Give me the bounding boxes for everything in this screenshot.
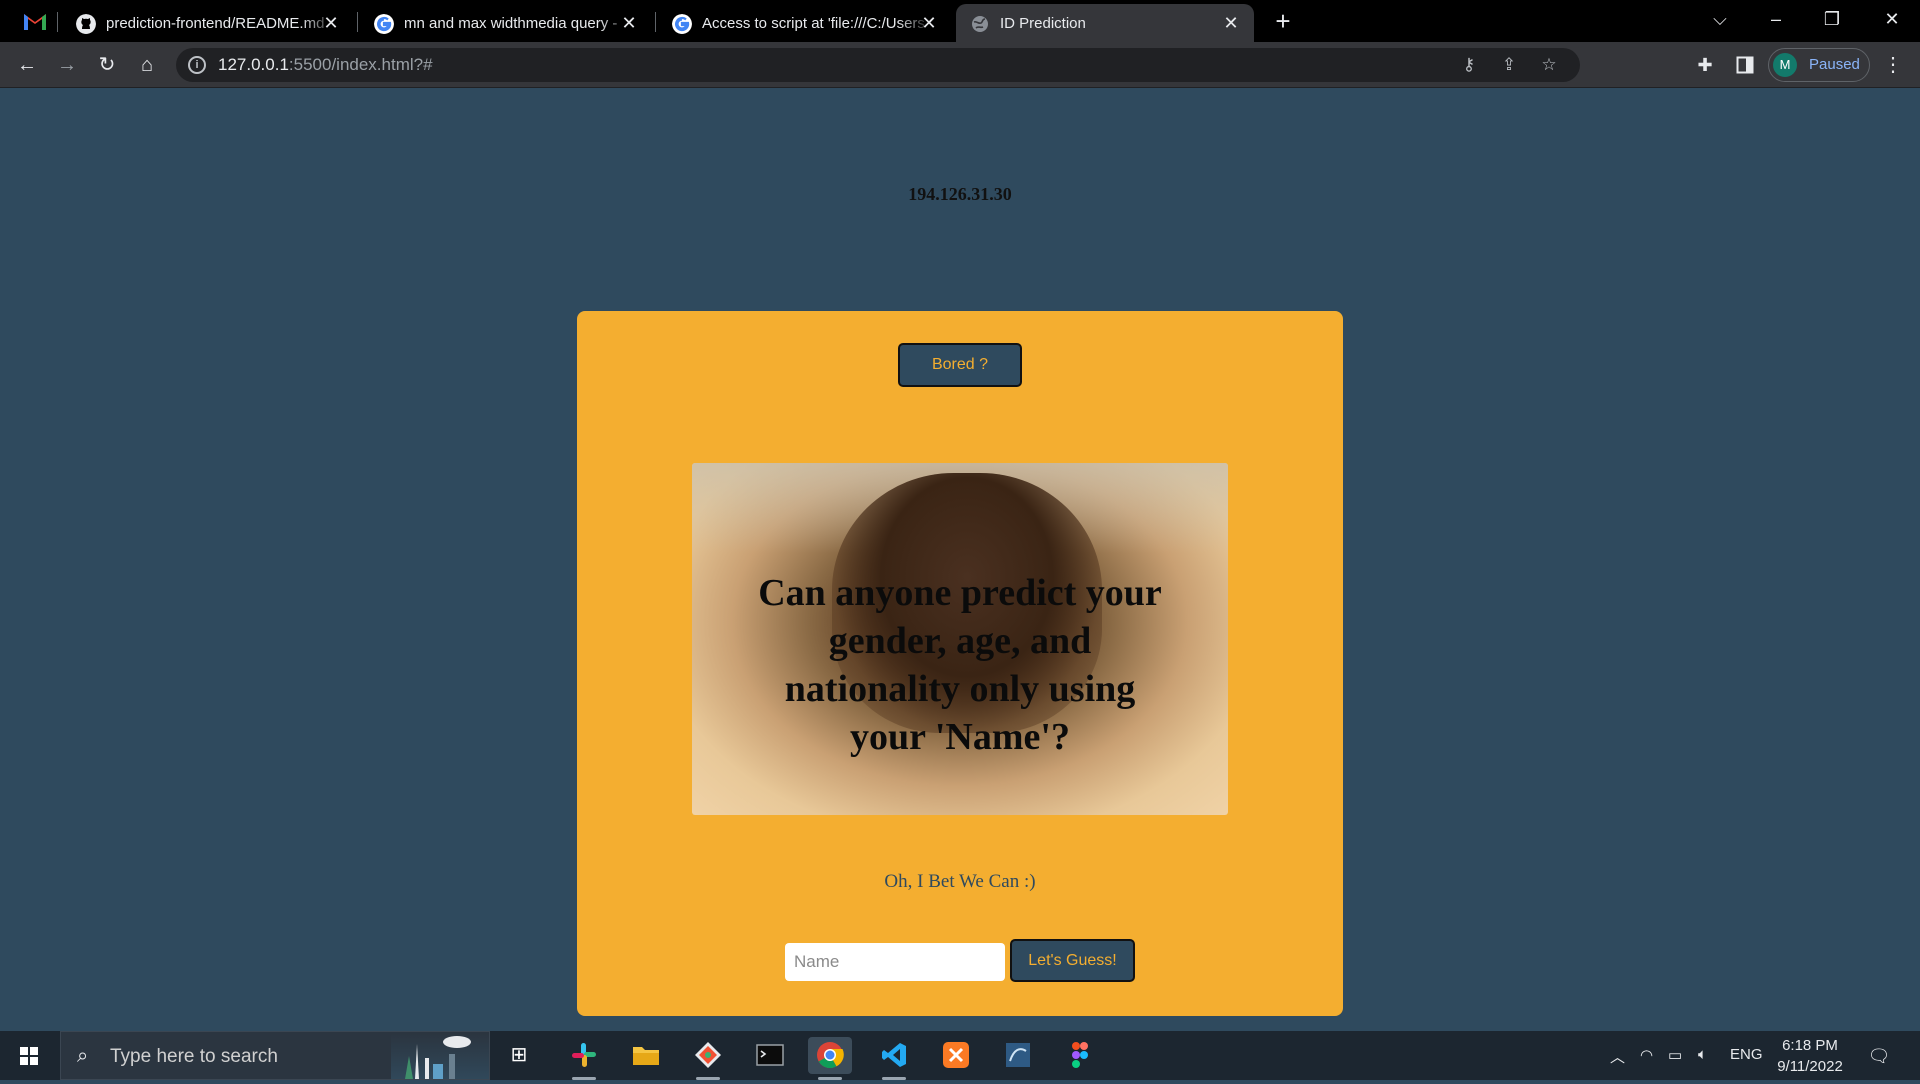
tray-chevron-up-icon[interactable]: ︿ [1610, 1046, 1625, 1067]
address-url[interactable]: 127.0.0.1:5500/index.html?# [218, 55, 433, 75]
gmail-icon [24, 14, 46, 30]
tab-readme[interactable]: prediction-frontend/README.md ✕ [62, 4, 354, 42]
avatar: M [1773, 53, 1797, 77]
folder-glyph [633, 1047, 659, 1065]
guess-button[interactable]: Let's Guess! [1010, 939, 1135, 982]
mysql-workbench-icon[interactable] [996, 1037, 1040, 1074]
ip-address: 194.126.31.30 [908, 184, 1012, 204]
profile-button[interactable]: M Paused [1768, 48, 1870, 82]
volume-icon[interactable]: 🔈︎ [1698, 1046, 1707, 1063]
browser-toolbar: ← → ↻ ⌂ i 127.0.0.1:5500/index.html?# ⚷ … [0, 42, 1920, 88]
tab-access-script[interactable]: Access to script at 'file:///C:/Users ✕ [658, 4, 952, 42]
window-close-icon[interactable]: ✕ [1864, 0, 1920, 40]
tab-title: prediction-frontend/README.md [106, 15, 325, 32]
slack-icon[interactable] [562, 1037, 606, 1080]
figma-icon[interactable] [1058, 1037, 1102, 1074]
url-path: :5500/index.html?# [288, 55, 433, 74]
clock-date: 9/11/2022 [1777, 1058, 1843, 1075]
taskbar-clock[interactable]: 6:18 PM 9/11/2022 [1760, 1035, 1860, 1077]
xampp-icon[interactable] [934, 1037, 978, 1074]
tab-title: ID Prediction [1000, 15, 1086, 32]
github-icon [76, 14, 96, 34]
tab-search-chevron-icon[interactable]: ⌵ [1692, 0, 1748, 40]
share-icon[interactable]: ⇪ [1498, 54, 1520, 76]
git-kraken-icon[interactable] [686, 1037, 730, 1080]
address-bar[interactable]: i 127.0.0.1:5500/index.html?# ⚷ ⇪ ☆ [176, 48, 1580, 82]
search-icon: ⌕ [77, 1045, 89, 1067]
side-panel-icon[interactable] [1730, 50, 1760, 80]
search-highlight-illustration [405, 1036, 471, 1079]
dog-hero-image: Can anyone predict your gender, age, and… [692, 463, 1228, 815]
google-icon [374, 14, 394, 34]
tab-separator [357, 12, 358, 32]
bookmark-star-icon[interactable]: ☆ [1538, 54, 1560, 76]
tab-close-icon[interactable]: ✕ [1220, 12, 1242, 34]
tab-close-icon[interactable]: ✕ [918, 12, 940, 34]
start-button[interactable] [0, 1031, 58, 1080]
new-tab-icon[interactable]: + [1270, 8, 1296, 34]
extensions-icon[interactable]: ✚ [1690, 50, 1720, 80]
windows-taskbar: ⌕ Type here to search ⊞ ︿ ◠ ▭ 🔈︎ ENG 6:1… [0, 1031, 1920, 1080]
diamond-glyph [695, 1042, 721, 1068]
terminal-glyph [756, 1044, 784, 1066]
tab-close-icon[interactable]: ✕ [320, 12, 342, 34]
figma-glyph [1072, 1042, 1088, 1068]
tab-id-prediction[interactable]: ID Prediction ✕ [956, 4, 1254, 42]
vscode-glyph [882, 1043, 906, 1067]
gmail-pinned-tab[interactable] [14, 9, 56, 33]
prediction-card: Bored ? Can anyone predict your gender, … [577, 311, 1343, 1016]
task-view-icon[interactable]: ⊞ [497, 1037, 541, 1074]
clock-time: 6:18 PM [1782, 1037, 1838, 1054]
minimize-icon[interactable]: – [1748, 0, 1804, 40]
forward-icon[interactable]: → [52, 50, 82, 80]
back-icon[interactable]: ← [12, 50, 42, 80]
terminal-icon[interactable] [748, 1037, 792, 1074]
tab-separator [57, 12, 58, 32]
wifi-icon[interactable]: ◠ [1640, 1046, 1653, 1064]
profile-status: Paused [1809, 56, 1860, 73]
slack-glyph [572, 1043, 596, 1067]
xampp-glyph [943, 1042, 969, 1068]
tab-title: Access to script at 'file:///C:/Users [702, 15, 925, 32]
vscode-icon[interactable] [872, 1037, 916, 1080]
language-indicator[interactable]: ENG [1730, 1046, 1763, 1063]
home-icon[interactable]: ⌂ [132, 50, 162, 80]
globe-icon [972, 16, 988, 32]
side-panel-glyph [1736, 56, 1754, 74]
notifications-icon[interactable]: 🗨︎ [1866, 1043, 1892, 1069]
tab-media-query[interactable]: mn and max widthmedia query - ✕ [360, 4, 652, 42]
windows-logo-icon [20, 1047, 38, 1065]
tab-close-icon[interactable]: ✕ [618, 12, 640, 34]
file-explorer-icon[interactable] [624, 1037, 668, 1074]
chrome-glyph [817, 1042, 844, 1069]
menu-kebab-icon[interactable]: ⋮ [1878, 50, 1908, 80]
tagline: Oh, I Bet We Can :) [884, 871, 1036, 892]
tab-separator [655, 12, 656, 32]
battery-icon[interactable]: ▭ [1668, 1046, 1682, 1064]
hero-headline: Can anyone predict your gender, age, and… [758, 572, 1162, 758]
url-host: 127.0.0.1 [218, 55, 289, 74]
tab-title: mn and max widthmedia query - [404, 15, 618, 32]
taskbar-search-box[interactable]: ⌕ Type here to search [60, 1031, 490, 1080]
search-highlight-art [391, 1034, 489, 1079]
page-content: 194.126.31.30 Bored ? Can anyone predict… [0, 89, 1920, 1031]
bored-button[interactable]: Bored ? [898, 343, 1022, 387]
restore-icon[interactable]: ❐ [1804, 0, 1860, 40]
reload-icon[interactable]: ↻ [92, 50, 122, 80]
key-icon[interactable]: ⚷ [1458, 54, 1480, 76]
site-info-icon[interactable]: i [188, 56, 206, 74]
workbench-glyph [1006, 1043, 1030, 1067]
google-icon [672, 14, 692, 34]
chrome-icon[interactable] [808, 1037, 852, 1080]
browser-tab-strip: prediction-frontend/README.md ✕ mn and m… [0, 0, 1920, 42]
name-input[interactable] [785, 943, 1005, 981]
search-placeholder: Type here to search [110, 1046, 278, 1067]
